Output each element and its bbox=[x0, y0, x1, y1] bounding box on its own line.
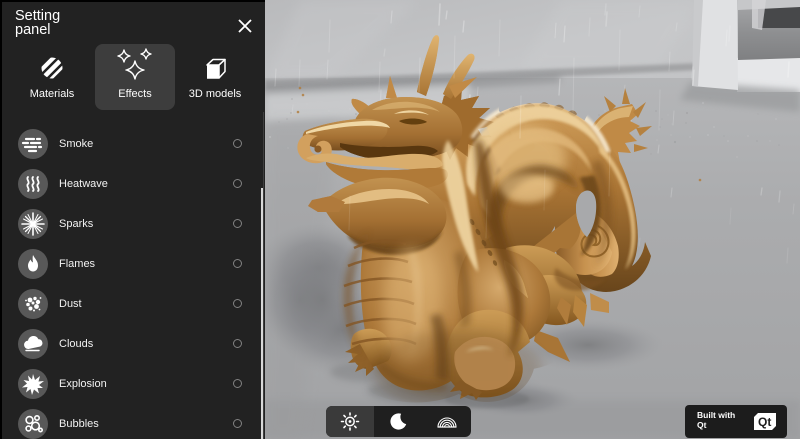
svg-text:Qt: Qt bbox=[758, 415, 771, 429]
